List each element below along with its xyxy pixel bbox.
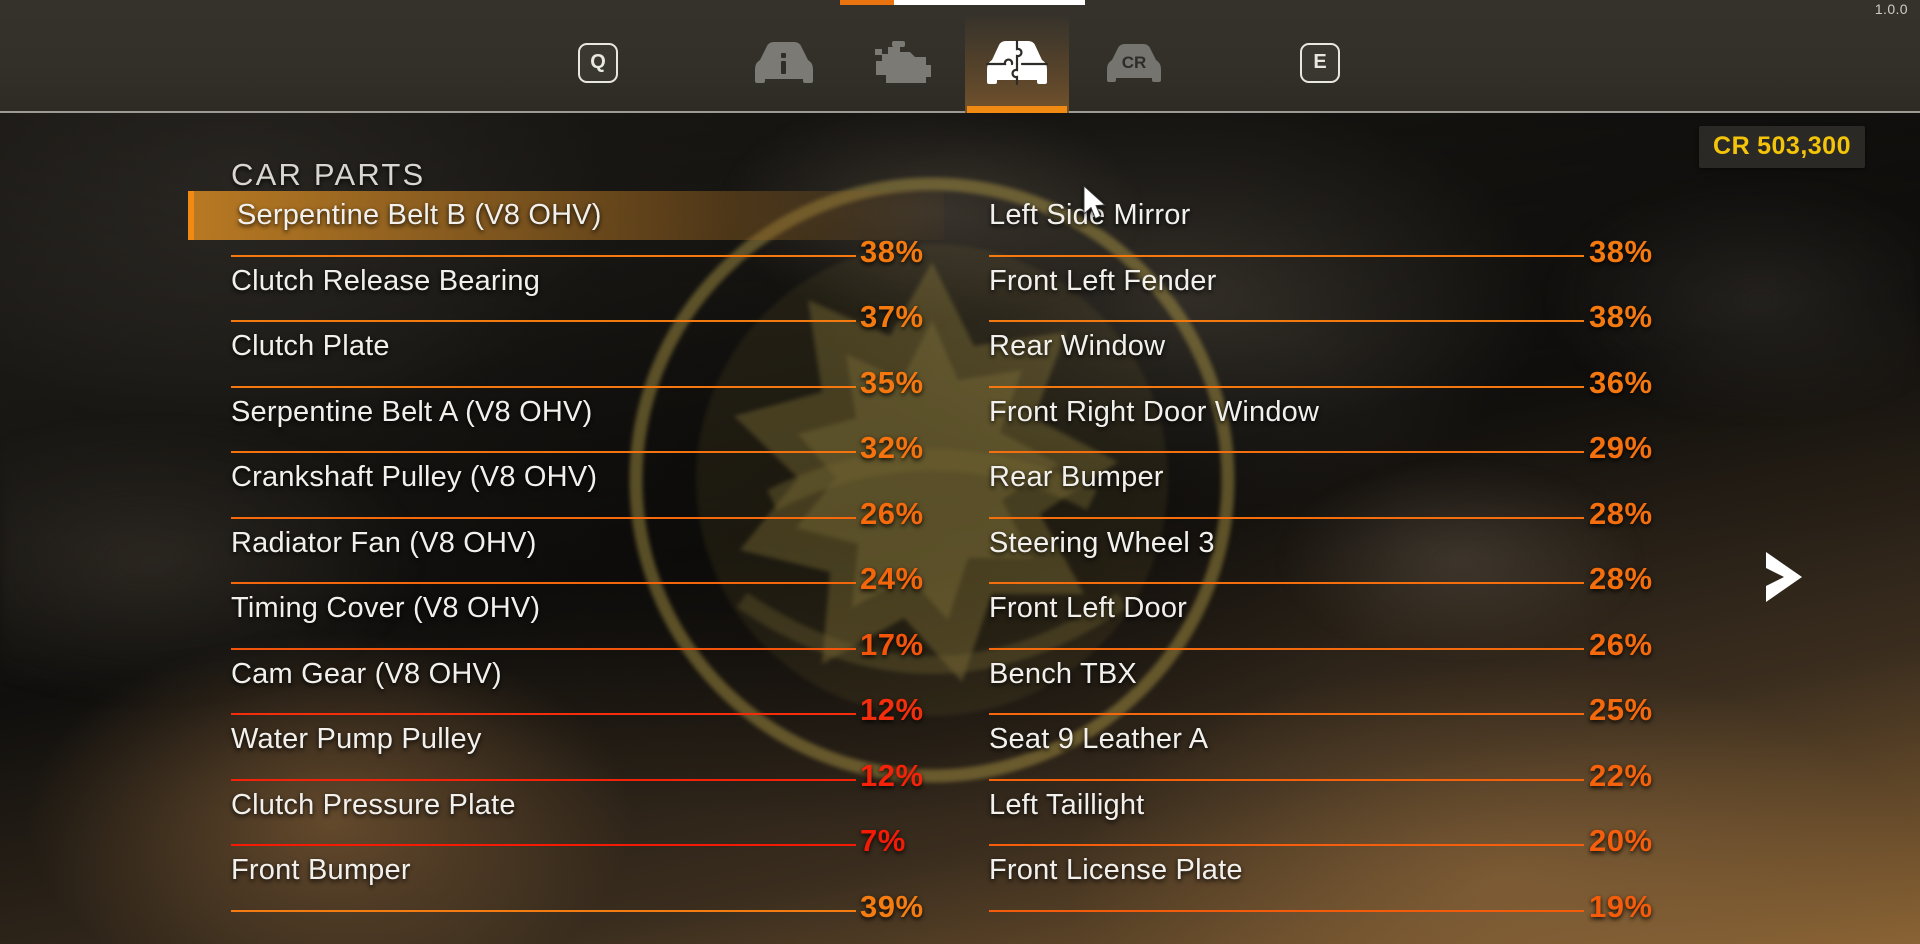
next-page-button[interactable] <box>1758 548 1808 606</box>
part-row[interactable]: Front Right Door Window 29% <box>989 388 1652 465</box>
car-cr-icon: CR <box>1107 43 1161 82</box>
nav-item-quit[interactable]: Q <box>546 12 650 113</box>
part-row[interactable]: Clutch Pressure Plate 7% <box>231 781 944 858</box>
part-row-label-wrap: Water Pump Pulley <box>231 715 944 764</box>
car-puzzle-icon <box>985 39 1049 85</box>
nav-item-car-info[interactable] <box>732 12 836 113</box>
part-row-label-wrap: Clutch Pressure Plate <box>231 781 944 830</box>
part-row-label-wrap: Serpentine Belt A (V8 OHV) <box>231 388 944 437</box>
part-condition-underline <box>231 909 856 912</box>
credits-currency-label: CR <box>1713 132 1751 160</box>
part-name: Serpentine Belt B (V8 OHV) <box>237 199 602 231</box>
part-name: Timing Cover (V8 OHV) <box>231 592 541 624</box>
part-row-label-wrap: Cam Gear (V8 OHV) <box>231 650 944 699</box>
part-condition-percent: 19% <box>1589 888 1653 924</box>
part-name: Rear Window <box>989 330 1166 362</box>
part-row[interactable]: Radiator Fan (V8 OHV) 24% <box>231 519 944 596</box>
key-e-icon[interactable]: E <box>1300 42 1340 83</box>
part-row-label-wrap: Radiator Fan (V8 OHV) <box>231 519 944 568</box>
part-row[interactable]: Serpentine Belt B (V8 OHV) 38% <box>188 191 944 269</box>
credits-badge: CR 503,300 <box>1699 126 1865 168</box>
part-name: Steering Wheel 3 <box>989 526 1215 559</box>
part-name: Front Right Door Window <box>989 395 1320 428</box>
part-row[interactable]: Rear Bumper 28% <box>989 453 1652 531</box>
content-area: CAR PARTS CR 503,300 Serpentine Belt B (… <box>0 113 1920 944</box>
part-condition-percent: 39% <box>860 888 924 924</box>
part-name: Left Taillight <box>989 788 1145 821</box>
part-row-label-wrap: Rear Bumper <box>989 453 1649 502</box>
part-row-label-wrap: Seat 9 Leather A <box>989 715 1649 764</box>
part-row-label-wrap: Front License Plate <box>989 846 1649 895</box>
part-name: Clutch Release Bearing <box>231 264 541 297</box>
part-row[interactable]: Cam Gear (V8 OHV) 12% <box>231 650 944 727</box>
part-row-label-wrap: Front Right Door Window <box>989 388 1649 437</box>
part-row[interactable]: Rear Window 36% <box>989 322 1652 400</box>
part-row-label-wrap: Timing Cover (V8 OHV) <box>231 584 944 633</box>
part-name: Serpentine Belt A (V8 OHV) <box>231 395 593 428</box>
part-row[interactable]: Water Pump Pulley 12% <box>231 715 944 793</box>
part-name: Crankshaft Pulley (V8 OHV) <box>231 461 598 493</box>
part-row[interactable]: Left Taillight 20% <box>989 781 1652 858</box>
parts-column-right: Left Side Mirror 38% Front Left Fender 38% R… <box>989 191 1652 924</box>
chevron-right-icon <box>1766 552 1802 602</box>
parts-columns: Serpentine Belt B (V8 OHV) 38% Clutch Rele… <box>0 191 1920 944</box>
part-name: Rear Bumper <box>989 461 1164 493</box>
part-row-label-wrap: Clutch Release Bearing <box>231 257 944 306</box>
part-condition-underline <box>989 909 1584 912</box>
part-name: Clutch Plate <box>231 330 390 362</box>
part-row-label-wrap: Left Side Mirror <box>989 191 1649 240</box>
nav-items: Q CR E <box>0 12 1920 113</box>
part-row[interactable]: Steering Wheel 3 28% <box>989 519 1652 596</box>
part-name: Front License Plate <box>989 854 1243 886</box>
part-name: Water Pump Pulley <box>231 723 482 755</box>
car-cr-icon-label: CR <box>1122 53 1147 72</box>
part-name: Bench TBX <box>989 657 1137 690</box>
part-row-label-wrap: Front Left Door <box>989 584 1649 633</box>
key-q-icon[interactable]: Q <box>578 42 618 83</box>
part-row[interactable]: Front Left Door 26% <box>989 584 1652 662</box>
part-name: Cam Gear (V8 OHV) <box>231 657 502 690</box>
part-row[interactable]: Front Bumper 39% <box>231 846 944 924</box>
part-row-label-wrap: Front Bumper <box>231 846 944 895</box>
part-row-label-wrap: Crankshaft Pulley (V8 OHV) <box>231 453 944 502</box>
part-row[interactable]: Serpentine Belt A (V8 OHV) 32% <box>231 388 944 465</box>
part-row[interactable]: Clutch Plate 35% <box>231 322 944 400</box>
part-name: Seat 9 Leather A <box>989 723 1209 755</box>
credits-amount: 503,300 <box>1757 132 1851 160</box>
top-navigation-bar: 1.0.0 Q CR E <box>0 0 1920 113</box>
nav-item-car-credits[interactable]: CR <box>1082 12 1186 113</box>
part-row-label-wrap: Steering Wheel 3 <box>989 519 1649 568</box>
part-name: Radiator Fan (V8 OHV) <box>231 526 537 559</box>
nav-item-engine[interactable] <box>849 12 953 113</box>
nav-item-exit[interactable]: E <box>1268 12 1372 113</box>
part-row[interactable]: Bench TBX 25% <box>989 650 1652 727</box>
part-row[interactable]: Clutch Release Bearing 37% <box>231 257 944 334</box>
part-name: Front Left Door <box>989 592 1188 624</box>
engine-icon <box>875 40 931 83</box>
part-row[interactable]: Front Left Fender 38% <box>989 257 1652 334</box>
part-name: Left Side Mirror <box>989 199 1191 231</box>
part-row[interactable]: Left Side Mirror 38% <box>989 191 1652 269</box>
tab-progress-fill <box>840 0 894 5</box>
part-row[interactable]: Seat 9 Leather A 22% <box>989 715 1652 793</box>
part-name: Clutch Pressure Plate <box>231 788 516 821</box>
car-info-icon <box>755 41 813 83</box>
part-row-label-wrap: Serpentine Belt B (V8 OHV) <box>188 191 944 240</box>
part-name: Front Left Fender <box>989 264 1217 297</box>
part-row-label-wrap: Bench TBX <box>989 650 1649 699</box>
car-parts-screen: 1.0.0 Q CR E CAR PARTS CR 503,300 Serpen… <box>0 0 1920 944</box>
part-row[interactable]: Crankshaft Pulley (V8 OHV) 26% <box>231 453 944 531</box>
tab-progress-track <box>840 0 1085 5</box>
part-name: Front Bumper <box>231 854 411 886</box>
part-row-label-wrap: Left Taillight <box>989 781 1649 830</box>
part-row[interactable]: Timing Cover (V8 OHV) 17% <box>231 584 944 662</box>
parts-column-left: Serpentine Belt B (V8 OHV) 38% Clutch Rele… <box>188 191 944 924</box>
nav-item-car-parts[interactable] <box>965 12 1069 113</box>
part-row-label-wrap: Rear Window <box>989 322 1649 371</box>
page-title: CAR PARTS <box>231 157 426 192</box>
part-row-label-wrap: Front Left Fender <box>989 257 1649 306</box>
part-row[interactable]: Front License Plate 19% <box>989 846 1652 924</box>
part-row-label-wrap: Clutch Plate <box>231 322 944 371</box>
